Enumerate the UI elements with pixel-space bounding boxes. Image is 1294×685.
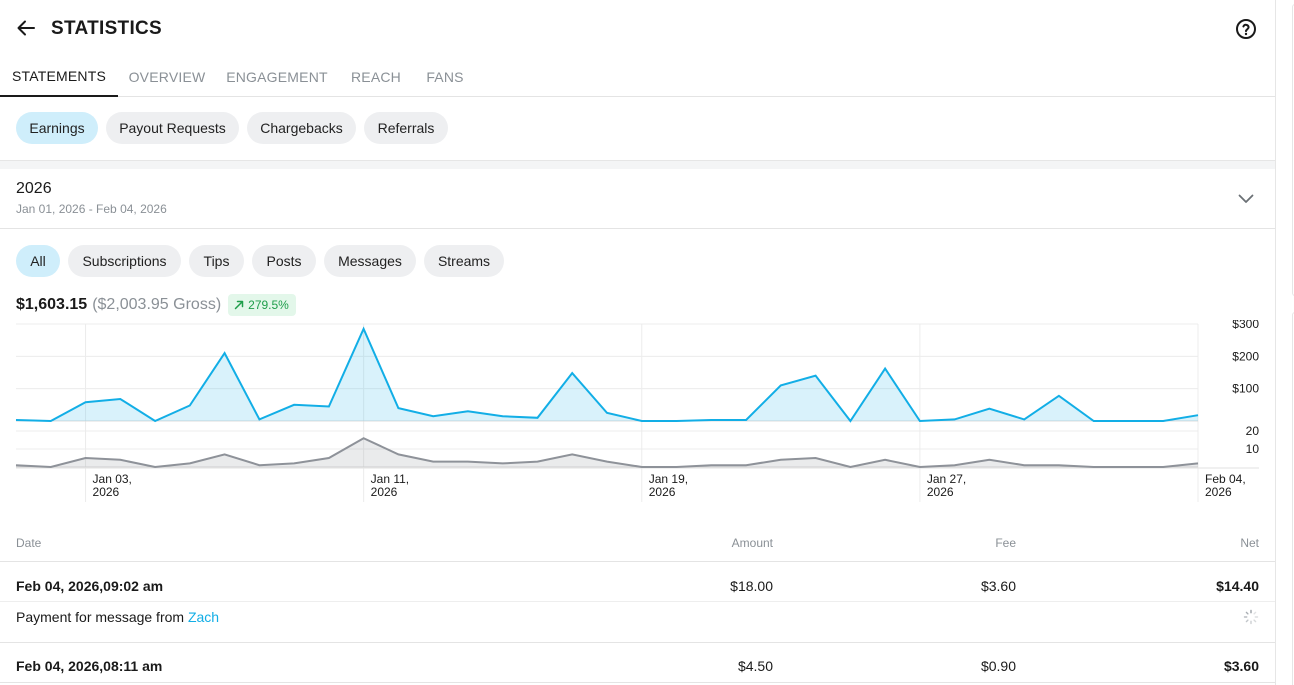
filter-all[interactable]: All <box>16 245 60 277</box>
row-net: $3.60 <box>1223 658 1259 674</box>
change-percent: 279.5% <box>248 298 289 312</box>
page-header: STATISTICS <box>0 0 1275 56</box>
x-tick-label: Feb 04, <box>1205 472 1246 486</box>
x-tick-label: Jan 27, <box>927 472 966 486</box>
row-amount: $4.50 <box>737 658 773 674</box>
tab-fans[interactable]: FANS <box>419 56 471 97</box>
row-amount: $18.00 <box>730 578 773 594</box>
col-header-net: Net <box>1240 536 1259 550</box>
earnings-series-area <box>16 328 1198 421</box>
filter-posts[interactable]: Posts <box>252 245 316 277</box>
y-tick-label: 20 <box>1246 424 1260 438</box>
row-date: Feb 04, 2026,08:11 am <box>16 658 163 674</box>
col-header-fee: Fee <box>995 536 1016 550</box>
arrow-left-icon <box>17 20 35 36</box>
x-tick-label: 2026 <box>1205 485 1232 499</box>
y-tick-label: 10 <box>1246 442 1260 456</box>
statistics-page: STATISTICS STATEMENTS OVERVIEW ENGAGEMEN… <box>0 0 1275 685</box>
y-tick-label: $200 <box>1232 349 1259 363</box>
net-total: $1,603.15 <box>16 296 88 313</box>
row-net: $14.40 <box>1216 578 1259 594</box>
right-sidebar <box>1275 0 1294 685</box>
tab-statements[interactable]: STATEMENTS <box>0 56 118 97</box>
subtab-chargebacks[interactable]: Chargebacks <box>247 112 356 144</box>
tab-overview[interactable]: OVERVIEW <box>122 56 212 97</box>
x-tick-label: 2026 <box>649 485 676 499</box>
row-fee: $3.60 <box>980 578 1016 594</box>
description-text: Payment for message from <box>16 609 188 625</box>
user-link[interactable]: Zach <box>188 609 219 625</box>
filter-messages[interactable]: Messages <box>324 245 416 277</box>
row-divider <box>0 682 1275 683</box>
row-description: Payment for message from Zach <box>16 609 219 625</box>
back-button[interactable] <box>12 16 40 40</box>
stats-tabs: STATEMENTS OVERVIEW ENGAGEMENT REACH FAN… <box>0 56 1275 97</box>
filter-subscriptions[interactable]: Subscriptions <box>68 245 181 277</box>
change-badge: 279.5% <box>228 294 296 316</box>
x-tick-label: 2026 <box>927 485 954 499</box>
filter-streams[interactable]: Streams <box>424 245 504 277</box>
filter-tips[interactable]: Tips <box>189 245 244 277</box>
chevron-down-icon <box>1238 194 1254 203</box>
period-year: 2026 <box>16 180 52 197</box>
section-divider <box>0 160 1275 169</box>
x-tick-label: Jan 03, <box>93 472 132 486</box>
x-tick-label: 2026 <box>371 485 398 499</box>
row-divider <box>0 601 1275 602</box>
earnings-chart: $300$200$1002010Jan 03,2026Jan 11,2026Ja… <box>15 320 1260 502</box>
y-tick-label: $300 <box>1232 320 1259 331</box>
subtab-referrals[interactable]: Referrals <box>364 112 448 144</box>
x-tick-label: Jan 11, <box>371 472 409 486</box>
col-header-date: Date <box>16 536 42 550</box>
subtab-earnings[interactable]: Earnings <box>16 112 98 144</box>
subtab-payout-requests[interactable]: Payout Requests <box>106 112 239 144</box>
x-tick-label: 2026 <box>93 485 120 499</box>
tab-engagement[interactable]: ENGAGEMENT <box>222 56 332 97</box>
tab-reach[interactable]: REACH <box>343 56 409 97</box>
col-header-amount: Amount <box>731 536 773 550</box>
row-divider <box>0 561 1275 562</box>
page-title: STATISTICS <box>51 18 163 39</box>
period-range: Jan 01, 2026 - Feb 04, 2026 <box>16 202 167 216</box>
y-tick-label: $100 <box>1232 382 1259 396</box>
x-tick-label: Jan 19, <box>649 472 688 486</box>
help-button[interactable] <box>1234 17 1258 41</box>
gross-total: ($2,003.95 Gross) <box>92 296 222 313</box>
chart-series <box>15 326 1199 469</box>
earnings-totals: $1,603.15 ($2,003.95 Gross) 279.5% <box>16 294 296 316</box>
trend-up-icon <box>234 300 244 310</box>
period-selector[interactable]: 2026 Jan 01, 2026 - Feb 04, 2026 <box>0 169 1275 229</box>
help-icon <box>1236 19 1256 39</box>
row-divider <box>0 642 1275 643</box>
row-date: Feb 04, 2026,09:02 am <box>16 578 164 594</box>
chart-axes: $300$200$1002010Jan 03,2026Jan 11,2026Ja… <box>93 320 1260 499</box>
loading-spinner-icon <box>1243 609 1259 625</box>
row-fee: $0.90 <box>980 658 1016 674</box>
